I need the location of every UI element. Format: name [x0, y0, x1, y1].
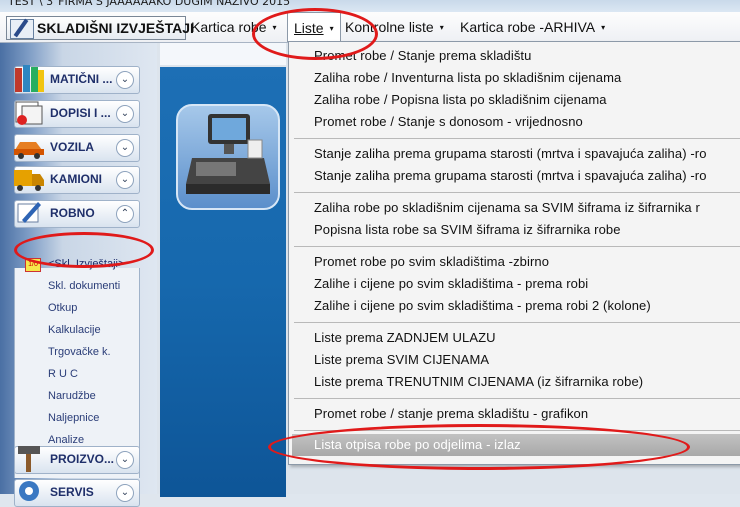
- menu-item-promet-zbirno[interactable]: Promet robe po svim skladištima -zbirno: [314, 254, 549, 269]
- menu-item-zaliha-popisna[interactable]: Zaliha robe / Popisna lista po skladišni…: [314, 92, 607, 107]
- menu-liste[interactable]: Liste ▾: [287, 12, 341, 42]
- chevron-down-icon: ▾: [601, 23, 606, 32]
- category-label: SERVIS: [50, 485, 94, 499]
- submenu-item-trgovacke-k[interactable]: Trgovačke k.: [48, 346, 111, 358]
- cash-register-image: [176, 104, 280, 210]
- category-label: PROIZVO...: [50, 452, 115, 466]
- report-icon: [10, 19, 34, 39]
- submenu-item-analize[interactable]: Analize: [48, 434, 84, 446]
- menu-item-starost-1[interactable]: Stanje zaliha prema grupama starosti (mr…: [314, 146, 707, 161]
- menu-item-grafikon[interactable]: Promet robe / stanje prema skladištu - g…: [314, 406, 588, 421]
- sidebar-category-servis[interactable]: SERVIS ⌄: [14, 479, 140, 507]
- menu-item-zalihe-cijene-robi[interactable]: Zalihe i cijene po svim skladištima - pr…: [314, 276, 588, 291]
- menu-item-zadnji-ulaz[interactable]: Liste prema ZADNJEM ULAZU: [314, 330, 496, 345]
- books-icon: [15, 65, 44, 92]
- menu-kartica-robe-arhiva[interactable]: Kartica robe -ARHIVA ▾: [460, 12, 605, 42]
- menu-kontrolne-liste[interactable]: Kontrolne liste ▾: [345, 12, 444, 42]
- submenu-item-otkup[interactable]: Otkup: [48, 302, 77, 314]
- pencil-icon: [17, 202, 41, 223]
- chevron-down-icon: ▾: [439, 23, 444, 32]
- window-title: TEST \ 3"FIRMA S JAAAAAAKO DUGIM NAZIVO …: [8, 0, 291, 8]
- menu-item-svim-cijenama[interactable]: Liste prema SVIM CIJENAMA: [314, 352, 489, 367]
- cash-register-icon: [186, 114, 270, 194]
- menu-skladisni-izvjestaji[interactable]: SKLADIŠNI IZVJEŠTAJI: [6, 16, 194, 40]
- sidebar: MATIČNI ... ⌄ DOPISI I ... ⌄ VOZILA ⌄ KA…: [0, 43, 157, 507]
- sidebar-category-proizvodnja[interactable]: PROIZVO... ⌄: [14, 446, 140, 474]
- menu-item-promet-donos[interactable]: Promet robe / Stanje s donosom - vrijedn…: [314, 114, 583, 129]
- chevron-down-icon[interactable]: ⌄: [116, 71, 134, 89]
- truck-icon: [14, 170, 44, 191]
- menu-item-otpis-highlighted[interactable]: Lista otpisa robe po odjelima - izlaz: [292, 434, 740, 456]
- submenu-item-naljepnice[interactable]: Naljepnice: [48, 412, 99, 424]
- letters-icon: [15, 101, 43, 125]
- menu-separator: [294, 398, 740, 399]
- submenu-item-kalkulacije[interactable]: Kalkulacije: [48, 324, 101, 336]
- sidebar-category-maticni[interactable]: MATIČNI ... ⌄: [14, 65, 140, 94]
- category-label: MATIČNI ...: [50, 72, 113, 86]
- menu-bar: SKLADIŠNI IZVJEŠTAJI Kartica robe ▾ Liste…: [0, 12, 740, 43]
- menu-item-popisna-svim-siframa[interactable]: Popisna lista robe sa SVIM šiframa iz ši…: [314, 222, 621, 237]
- menu-separator: [294, 322, 740, 323]
- menu-separator: [294, 430, 740, 431]
- menu-item-starost-2[interactable]: Stanje zaliha prema grupama starosti (mr…: [314, 168, 707, 183]
- sidebar-category-kamioni[interactable]: KAMIONI ⌄: [14, 166, 140, 194]
- sidebar-category-vozila[interactable]: VOZILA ⌄: [14, 134, 140, 162]
- chevron-down-icon[interactable]: ⌄: [116, 171, 134, 189]
- menu-item-promet-stanje[interactable]: Promet robe / Stanje prema skladištu: [314, 48, 531, 63]
- submenu-item-narudzbe[interactable]: Narudžbe: [48, 390, 96, 402]
- menu-separator: [294, 138, 740, 139]
- chevron-down-icon[interactable]: ⌄: [116, 451, 134, 469]
- menu-separator: [294, 246, 740, 247]
- sidebar-category-dopisi[interactable]: DOPISI I ... ⌄: [14, 100, 140, 128]
- menu-item-zaliha-inventurna[interactable]: Zaliha robe / Inventurna lista po skladi…: [314, 70, 621, 85]
- submenu-item-skl-dokumenti[interactable]: Skl. dokumenti: [48, 280, 120, 292]
- title-bar: TEST \ 3"FIRMA S JAAAAAAKO DUGIM NAZIVO …: [0, 0, 740, 12]
- sidebar-category-robno[interactable]: ROBNO ⌃: [14, 200, 140, 228]
- chevron-down-icon[interactable]: ⌄: [116, 484, 134, 502]
- car-icon: [14, 142, 44, 159]
- chevron-down-icon: ▾: [272, 23, 277, 32]
- menu-item-zalihe-cijene-kolone[interactable]: Zalihe i cijene po svim skladištima - pr…: [314, 298, 651, 313]
- liste-dropdown-menu: Promet robe / Stanje prema skladištu Zal…: [288, 41, 740, 465]
- menu-kartica-robe[interactable]: Kartica robe ▾: [191, 12, 277, 42]
- hammer-icon: [18, 446, 40, 472]
- chevron-down-icon: ▾: [329, 24, 334, 33]
- submenu-item-ruc[interactable]: R U C: [48, 368, 78, 380]
- category-label: ROBNO: [50, 206, 95, 220]
- category-label: VOZILA: [50, 140, 94, 154]
- service-icon: [19, 481, 39, 501]
- category-label: KAMIONI: [50, 172, 102, 186]
- banner-top: [160, 43, 286, 65]
- chevron-up-icon[interactable]: ⌃: [116, 205, 134, 223]
- menu-item-zaliha-svim-siframa[interactable]: Zaliha robe po skladišnim cijenama sa SV…: [314, 200, 700, 215]
- module-banner: [160, 67, 286, 497]
- menu-separator: [294, 192, 740, 193]
- menu-item-trenutnim-cijenama[interactable]: Liste prema TRENUTNIM CIJENAMA (iz šifra…: [314, 374, 643, 389]
- chevron-down-icon[interactable]: ⌄: [116, 105, 134, 123]
- submenu-item-skl-izvjestaji[interactable]: <Skl. Izvještaji>: [48, 258, 124, 270]
- selected-item-icon: 1/0: [25, 258, 41, 272]
- chevron-down-icon[interactable]: ⌄: [116, 139, 134, 157]
- menu-item-otpis-label: Lista otpisa robe po odjelima - izlaz: [314, 437, 521, 452]
- category-label: DOPISI I ...: [50, 106, 111, 120]
